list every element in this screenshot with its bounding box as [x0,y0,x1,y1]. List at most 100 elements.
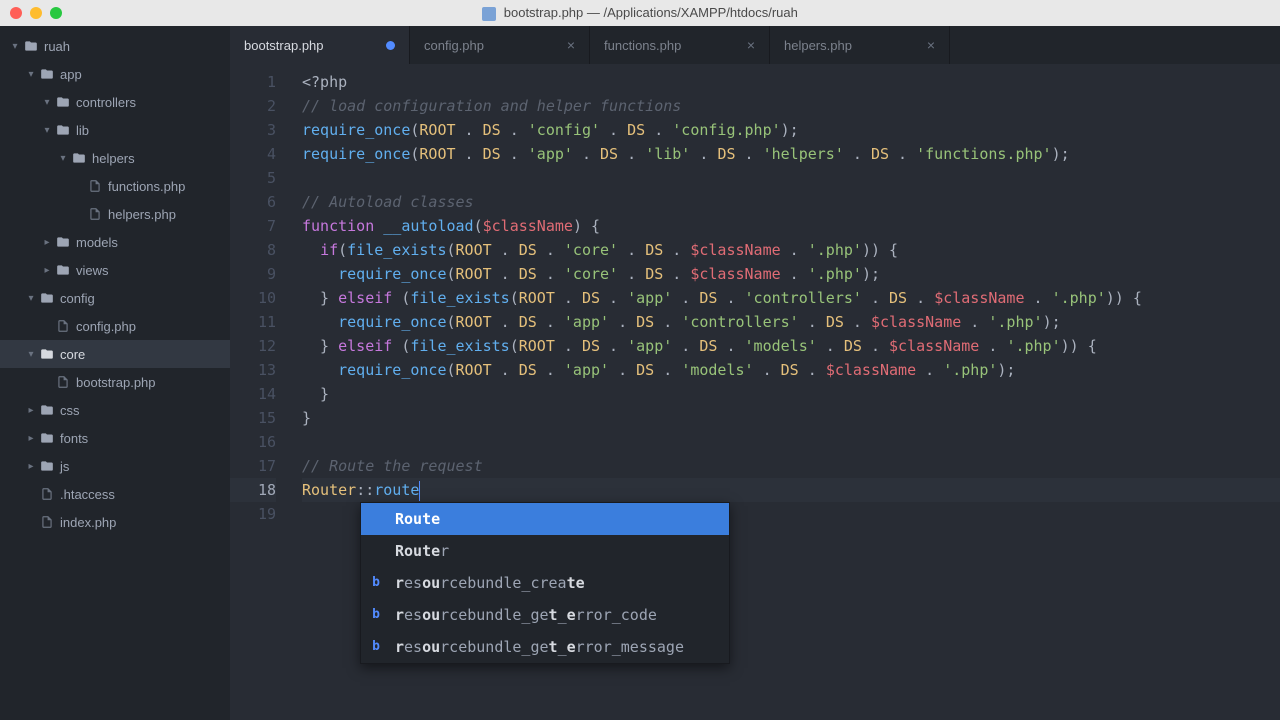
tree-file[interactable]: config.php [0,312,230,340]
file-icon [86,179,104,193]
chevron-icon: ▾ [8,41,22,52]
tree-folder[interactable]: ▾controllers [0,88,230,116]
code-editor[interactable]: <?php// load configuration and helper fu… [290,64,1280,720]
chevron-icon: ▾ [40,97,54,108]
tree-item-label: .htaccess [60,487,115,502]
tree-folder[interactable]: ▾ruah [0,32,230,60]
tree-folder[interactable]: ▸fonts [0,424,230,452]
chevron-icon: ▸ [40,265,54,276]
code-line: require_once(ROOT . DS . 'app' . DS . 'm… [302,358,1280,382]
window-close-button[interactable] [10,7,22,19]
code-line: } [302,406,1280,430]
code-wrap: 12345678910111213141516171819 <?php// lo… [230,64,1280,720]
folder-icon [38,347,56,361]
editor-tabs[interactable]: bootstrap.phpconfig.php×functions.php×he… [230,26,1280,64]
code-line: require_once(ROOT . DS . 'core' . DS . $… [302,262,1280,286]
line-number: 1 [230,70,276,94]
tree-folder[interactable]: ▾config [0,284,230,312]
chevron-icon: ▾ [24,293,38,304]
file-icon [86,207,104,221]
chevron-icon: ▾ [56,153,70,164]
tree-item-label: fonts [60,431,88,446]
line-number: 11 [230,310,276,334]
folder-icon [22,39,40,53]
tree-item-label: index.php [60,515,116,530]
line-number: 17 [230,454,276,478]
code-line: } elseif (file_exists(ROOT . DS . 'app' … [302,334,1280,358]
tree-file[interactable]: functions.php [0,172,230,200]
file-icon [38,515,56,529]
tree-item-label: helpers [92,151,135,166]
autocomplete-popup[interactable]: RouteRouterbresourcebundle_createbresour… [360,502,730,664]
tab-label: helpers.php [784,38,852,53]
tree-folder[interactable]: ▾app [0,60,230,88]
window-minimize-button[interactable] [30,7,42,19]
code-line: function __autoload($className) { [302,214,1280,238]
code-line: // Autoload classes [302,190,1280,214]
tree-folder[interactable]: ▾core [0,340,230,368]
folder-icon [70,151,88,165]
tree-folder[interactable]: ▾lib [0,116,230,144]
tree-file[interactable]: helpers.php [0,200,230,228]
tree-folder[interactable]: ▸views [0,256,230,284]
tab-close-button[interactable]: × [747,37,755,53]
chevron-icon: ▾ [24,349,38,360]
code-line: } [302,382,1280,406]
line-number: 19 [230,502,276,526]
tree-folder[interactable]: ▸css [0,396,230,424]
tab-label: functions.php [604,38,681,53]
file-icon [54,375,72,389]
text-cursor [419,481,420,501]
line-number: 15 [230,406,276,430]
tab-close-button[interactable]: × [927,37,935,53]
editor-tab[interactable]: helpers.php × [770,26,950,64]
tree-folder[interactable]: ▾ helpers [0,144,230,172]
folder-icon [54,95,72,109]
autocomplete-kind-icon: b [365,604,387,626]
editor-tab[interactable]: bootstrap.php [230,26,410,64]
file-icon [54,319,72,333]
line-number: 18 [230,478,276,502]
tree-folder[interactable]: ▸ js [0,452,230,480]
chevron-icon: ▸ [24,405,38,416]
tab-close-button[interactable]: × [567,37,575,53]
code-line [302,166,1280,190]
file-tree-sidebar[interactable]: ▾ruah▾app▾controllers▾lib▾helpersfunctio… [0,26,230,720]
tree-item-label: helpers.php [108,207,176,222]
tree-item-label: bootstrap.php [76,375,156,390]
code-line: <?php [302,70,1280,94]
line-number: 8 [230,238,276,262]
autocomplete-item[interactable]: Route [361,503,729,535]
line-number: 2 [230,94,276,118]
tree-item-label: models [76,235,118,250]
autocomplete-item[interactable]: bresourcebundle_get_error_code [361,599,729,631]
tree-file[interactable]: bootstrap.php [0,368,230,396]
line-number: 12 [230,334,276,358]
tree-item-label: lib [76,123,89,138]
autocomplete-item[interactable]: bresourcebundle_create [361,567,729,599]
line-number: 3 [230,118,276,142]
line-number: 7 [230,214,276,238]
folder-icon [38,431,56,445]
line-number: 5 [230,166,276,190]
folder-icon [38,403,56,417]
autocomplete-item[interactable]: Router [361,535,729,567]
code-line: require_once(ROOT . DS . 'config' . DS .… [302,118,1280,142]
tree-folder[interactable]: ▸models [0,228,230,256]
autocomplete-kind-icon [365,540,387,562]
editor-tab[interactable]: functions.php × [590,26,770,64]
autocomplete-kind-icon [365,508,387,530]
tab-label: bootstrap.php [244,38,324,53]
editor-tab[interactable]: config.php× [410,26,590,64]
tree-file[interactable]: .htaccess [0,480,230,508]
line-number: 9 [230,262,276,286]
tree-file[interactable]: index.php [0,508,230,536]
folder-icon [54,263,72,277]
tree-item-label: app [60,67,82,82]
tree-item-label: js [60,459,69,474]
autocomplete-item[interactable]: bresourcebundle_get_error_message [361,631,729,663]
php-file-icon [482,7,496,21]
window-zoom-button[interactable] [50,7,62,19]
autocomplete-label: resourcebundle_get_error_message [395,635,684,659]
chevron-icon: ▸ [24,461,38,472]
